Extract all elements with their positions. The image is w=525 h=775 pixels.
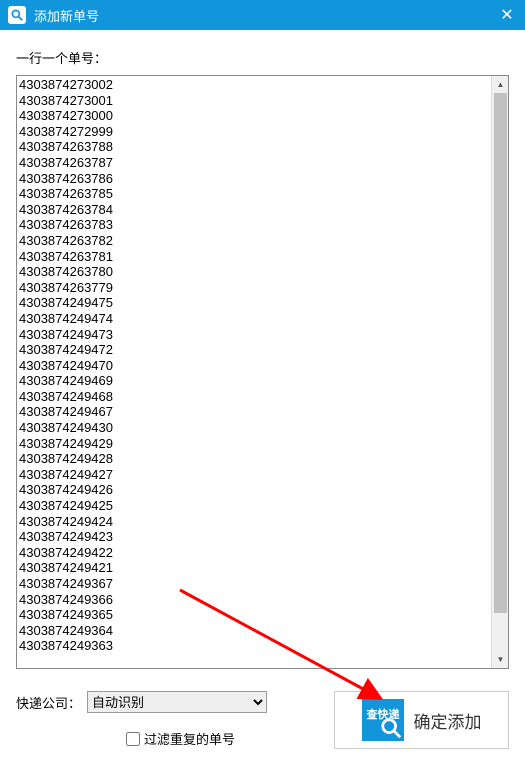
content-area: 一行一个单号： ▲ ▼ 快递公司： 自动识别 过滤重复的单号 查快递: [0, 30, 525, 761]
company-select[interactable]: 自动识别: [87, 691, 267, 713]
filter-duplicates-checkbox[interactable]: [126, 732, 140, 746]
confirm-button-label: 确定添加: [414, 708, 482, 733]
confirm-add-button[interactable]: 查快递 确定添加: [334, 691, 509, 749]
company-row: 快递公司： 自动识别: [16, 691, 334, 713]
tracking-numbers-container: ▲ ▼: [16, 75, 509, 669]
window-title: 添加新单号: [34, 6, 497, 25]
app-icon: [8, 6, 26, 24]
scroll-thumb[interactable]: [494, 93, 507, 613]
magnifier-icon: [10, 8, 24, 22]
filter-row: 过滤重复的单号: [126, 729, 334, 748]
scrollbar[interactable]: ▲ ▼: [491, 76, 508, 668]
tracking-numbers-input[interactable]: [17, 76, 491, 668]
bottom-controls: 快递公司： 自动识别 过滤重复的单号 查快递 确定添加: [16, 691, 509, 749]
instruction-label: 一行一个单号：: [16, 48, 509, 67]
left-controls: 快递公司： 自动识别 过滤重复的单号: [16, 691, 334, 748]
magnifier-icon: [380, 717, 402, 739]
filter-duplicates-label: 过滤重复的单号: [144, 729, 235, 748]
search-express-icon: 查快递: [362, 699, 404, 741]
scroll-up-button[interactable]: ▲: [492, 76, 509, 93]
titlebar: 添加新单号 ✕: [0, 0, 525, 30]
company-label: 快递公司：: [16, 693, 81, 712]
scroll-down-button[interactable]: ▼: [492, 651, 509, 668]
close-button[interactable]: ✕: [497, 5, 517, 25]
